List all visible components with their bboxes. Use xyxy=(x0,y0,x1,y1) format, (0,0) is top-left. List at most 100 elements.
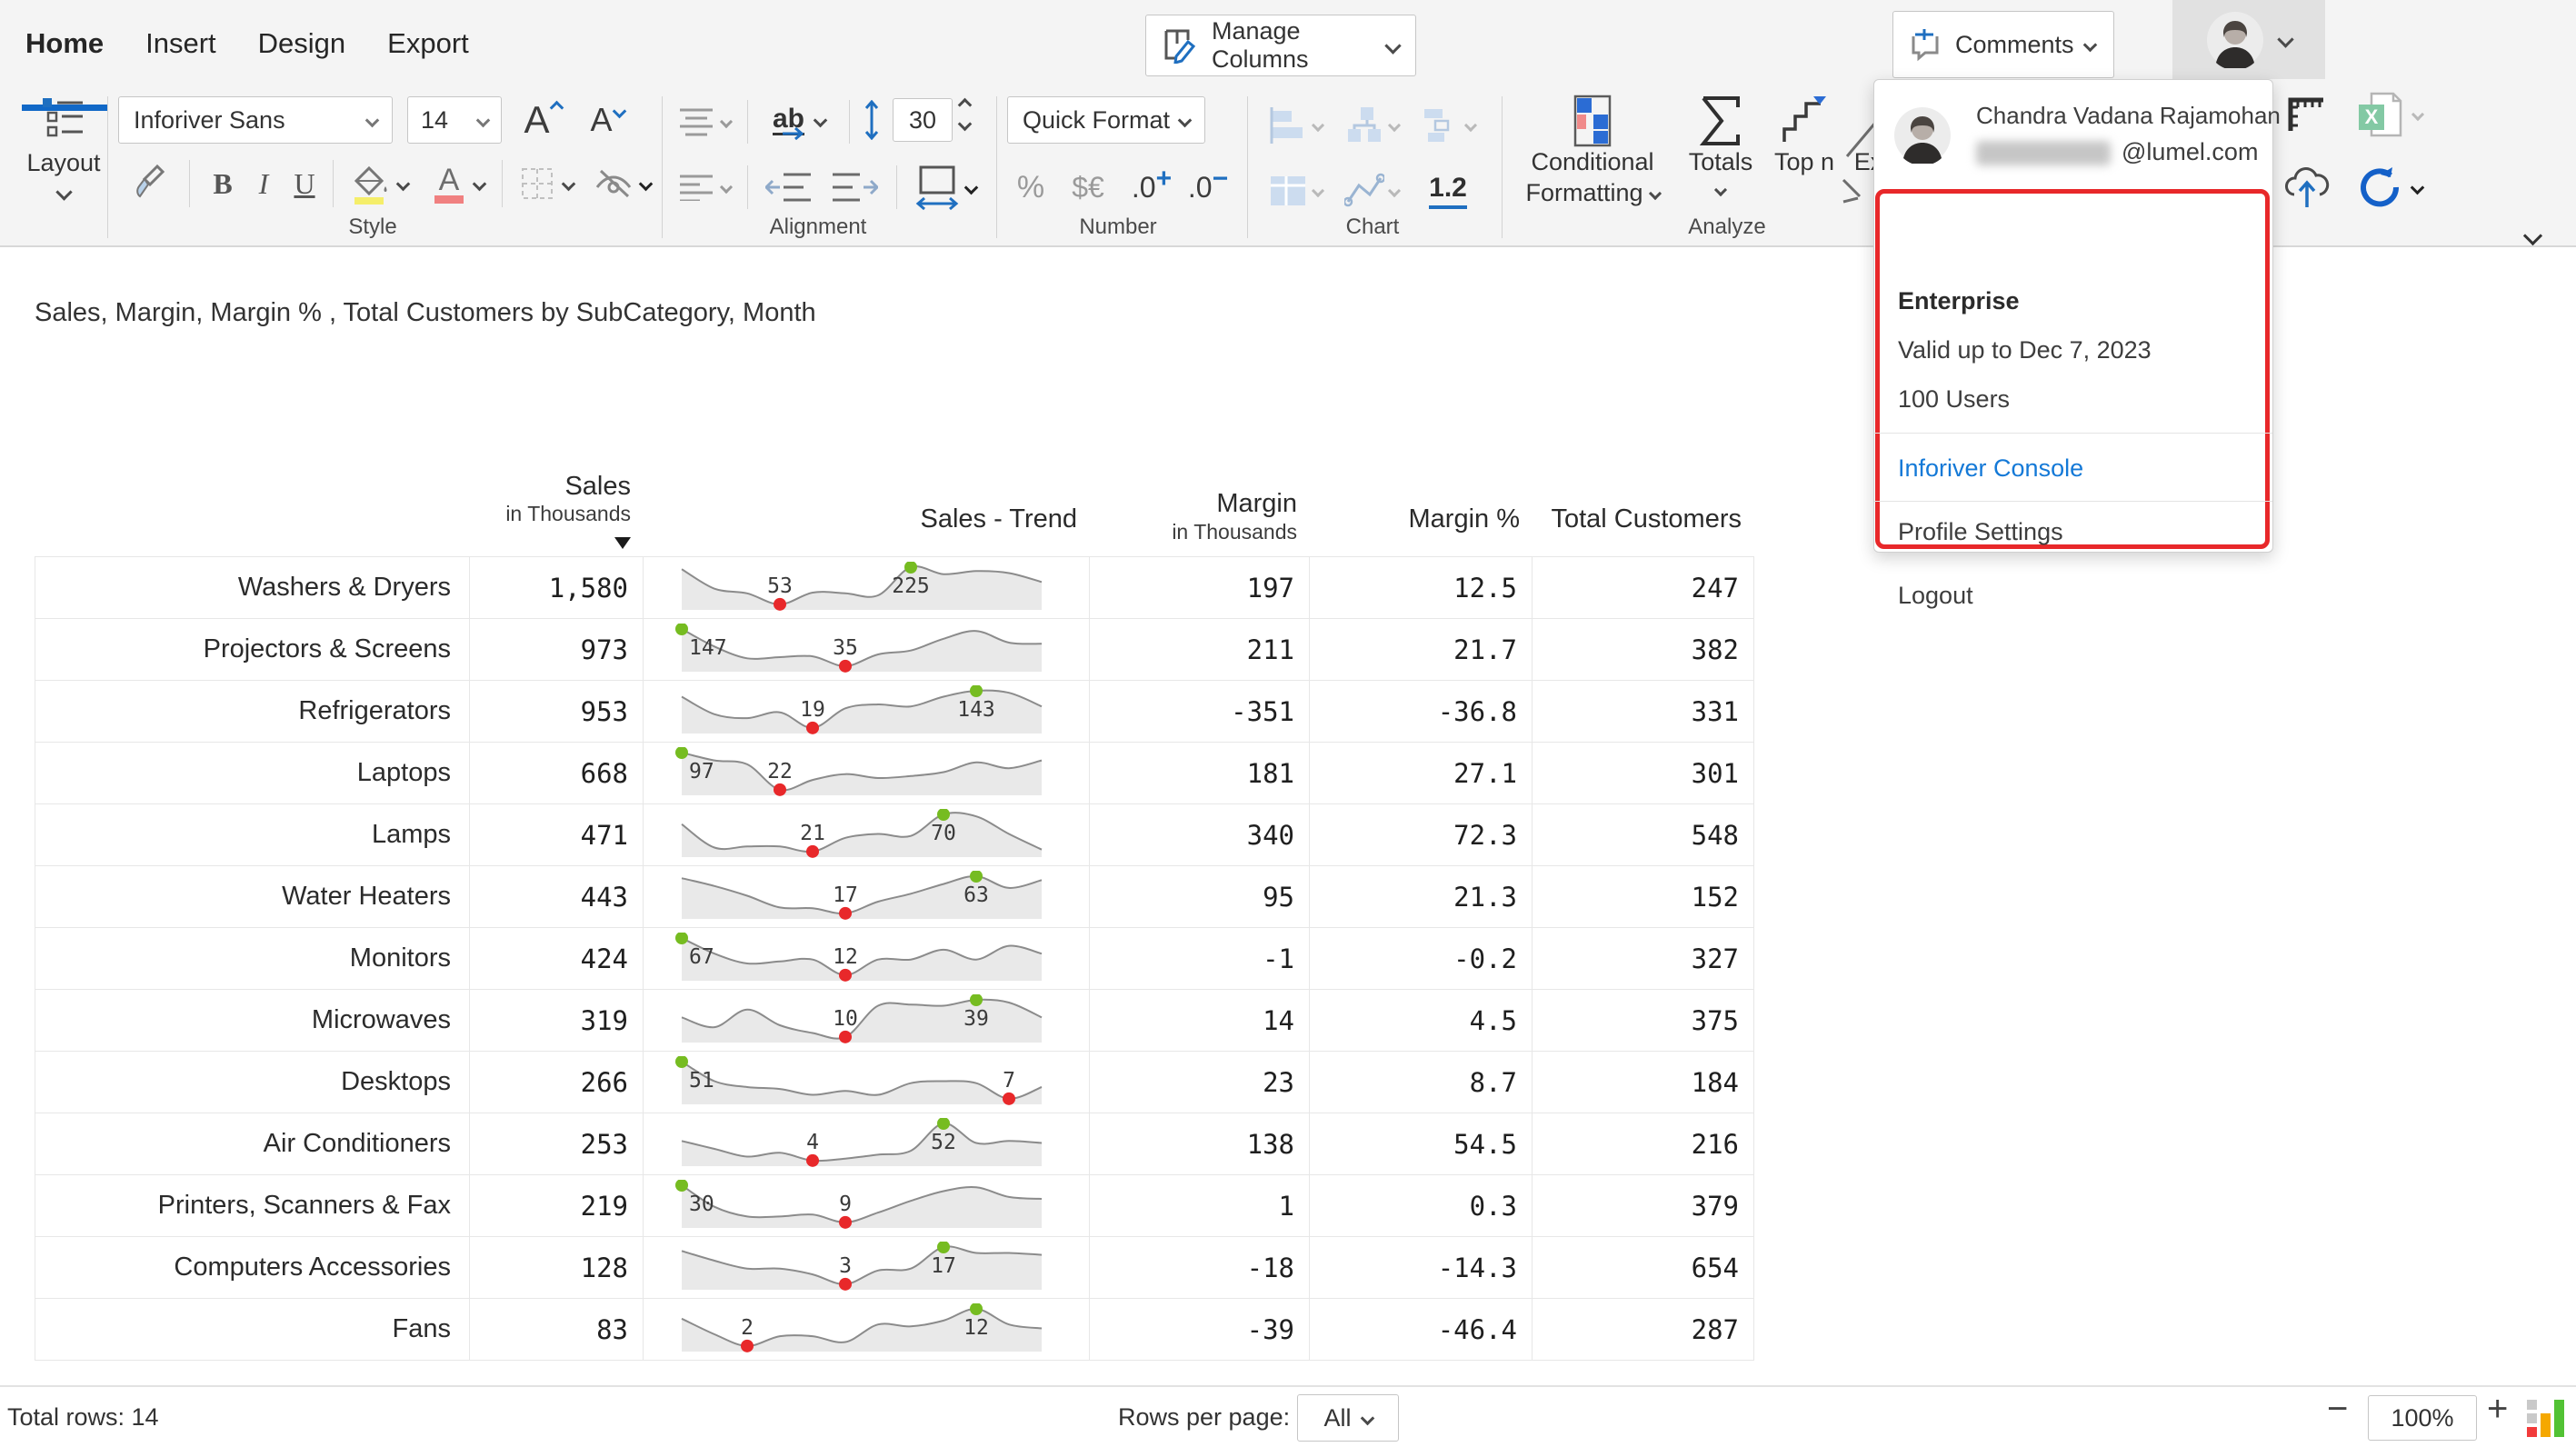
hierarchy-chart-button[interactable] xyxy=(1336,102,1407,149)
borders-button[interactable] xyxy=(511,160,580,207)
customers-value[interactable]: 379 xyxy=(1533,1175,1754,1236)
margin-value[interactable]: -351 xyxy=(1090,681,1310,742)
percent-format-button[interactable]: % xyxy=(1007,165,1054,209)
sales-trend-cell[interactable]: 14319 xyxy=(644,681,1090,742)
margin-pct-value[interactable]: 12.5 xyxy=(1310,557,1533,618)
margin-pct-value[interactable]: 4.5 xyxy=(1310,990,1533,1051)
sales-value[interactable]: 424 xyxy=(470,928,644,989)
sales-trend-cell[interactable]: 14735 xyxy=(644,619,1090,680)
row-label[interactable]: Desktops xyxy=(35,1052,470,1113)
ruler-button[interactable] xyxy=(2283,91,2331,138)
margin-pct-value[interactable]: -36.8 xyxy=(1310,681,1533,742)
customers-value[interactable]: 184 xyxy=(1533,1052,1754,1113)
margin-value[interactable]: 138 xyxy=(1090,1113,1310,1174)
row-label[interactable]: Computers Accessories xyxy=(35,1237,470,1298)
row-label[interactable]: Washers & Dryers xyxy=(35,557,470,618)
column-header-sales-trend[interactable]: Sales - Trend xyxy=(644,504,1090,556)
sales-trend-cell[interactable]: 22553 xyxy=(644,557,1090,618)
sales-value[interactable]: 128 xyxy=(470,1237,644,1298)
sales-trend-cell[interactable]: 3910 xyxy=(644,990,1090,1051)
row-height-input[interactable]: 30 xyxy=(893,98,953,142)
row-label[interactable]: Water Heaters xyxy=(35,866,470,927)
margin-pct-value[interactable]: 21.7 xyxy=(1310,619,1533,680)
font-color-button[interactable]: A xyxy=(424,160,491,207)
margin-pct-value[interactable]: 0.3 xyxy=(1310,1175,1533,1236)
increase-font-size-button[interactable]: A xyxy=(514,95,572,145)
gantt-chart-button[interactable] xyxy=(1413,102,1483,149)
zoom-out-button[interactable]: − xyxy=(2327,1389,2348,1430)
margin-pct-value[interactable]: 72.3 xyxy=(1310,804,1533,865)
row-label[interactable]: Printers, Scanners & Fax xyxy=(35,1175,470,1236)
top-n-button[interactable]: Top n xyxy=(1763,95,1845,178)
margin-value[interactable]: 14 xyxy=(1090,990,1310,1051)
sales-value[interactable]: 668 xyxy=(470,743,644,803)
text-wrap-button[interactable]: ab xyxy=(760,96,838,144)
margin-value[interactable]: 181 xyxy=(1090,743,1310,803)
tab-design[interactable]: Design xyxy=(258,27,346,78)
sales-value[interactable]: 253 xyxy=(470,1113,644,1174)
sales-value[interactable]: 471 xyxy=(470,804,644,865)
row-label[interactable]: Lamps xyxy=(35,804,470,865)
sparkline-chart-button[interactable] xyxy=(1336,167,1407,215)
margin-pct-value[interactable]: -46.4 xyxy=(1310,1299,1533,1360)
fit-width-button[interactable] xyxy=(907,162,983,213)
collapse-ribbon-button[interactable] xyxy=(2505,222,2560,249)
profile-settings-item[interactable]: Profile Settings xyxy=(1898,518,2063,546)
customers-value[interactable]: 375 xyxy=(1533,990,1754,1051)
sales-value[interactable]: 83 xyxy=(470,1299,644,1360)
sales-trend-cell[interactable]: 524 xyxy=(644,1113,1090,1174)
sales-value[interactable]: 973 xyxy=(470,619,644,680)
row-label[interactable]: Laptops xyxy=(35,743,470,803)
margin-value[interactable]: 197 xyxy=(1090,557,1310,618)
margin-value[interactable]: -1 xyxy=(1090,928,1310,989)
margin-value[interactable]: 1 xyxy=(1090,1175,1310,1236)
row-label[interactable]: Projectors & Screens xyxy=(35,619,470,680)
customers-value[interactable]: 548 xyxy=(1533,804,1754,865)
sales-value[interactable]: 219 xyxy=(470,1175,644,1236)
hide-values-button[interactable] xyxy=(587,160,656,207)
sales-value[interactable]: 1,580 xyxy=(470,557,644,618)
font-size-select[interactable]: 14 xyxy=(407,96,502,144)
zoom-in-button[interactable]: + xyxy=(2487,1389,2508,1430)
rows-per-page-select[interactable]: All xyxy=(1297,1394,1399,1442)
sales-trend-cell[interactable]: 6712 xyxy=(644,928,1090,989)
column-header-margin[interactable]: Margin in Thousands xyxy=(1090,489,1310,556)
margin-pct-value[interactable]: 27.1 xyxy=(1310,743,1533,803)
cloud-upload-button[interactable] xyxy=(2283,164,2331,211)
sales-trend-cell[interactable]: 7021 xyxy=(644,804,1090,865)
customers-value[interactable]: 287 xyxy=(1533,1299,1754,1360)
customers-value[interactable]: 331 xyxy=(1533,681,1754,742)
sales-value[interactable]: 266 xyxy=(470,1052,644,1113)
sales-value[interactable]: 953 xyxy=(470,681,644,742)
margin-pct-value[interactable]: -14.3 xyxy=(1310,1237,1533,1298)
underline-button[interactable]: U xyxy=(284,160,325,207)
edit-icon[interactable] xyxy=(1842,109,1878,209)
manage-columns-button[interactable]: Manage Columns xyxy=(1145,15,1416,76)
bar-chart-button[interactable] xyxy=(1260,102,1331,149)
margin-value[interactable]: 23 xyxy=(1090,1052,1310,1113)
zoom-level-box[interactable]: 100% xyxy=(2368,1395,2477,1441)
totals-button[interactable]: Totals xyxy=(1680,95,1762,195)
sales-value[interactable]: 319 xyxy=(470,990,644,1051)
layout-button[interactable]: Layout xyxy=(20,95,107,240)
row-label[interactable]: Refrigerators xyxy=(35,681,470,742)
customers-value[interactable]: 327 xyxy=(1533,928,1754,989)
sales-trend-cell[interactable]: 173 xyxy=(644,1237,1090,1298)
tab-home[interactable]: Home xyxy=(25,27,104,78)
customers-value[interactable]: 301 xyxy=(1533,743,1754,803)
margin-value[interactable]: -18 xyxy=(1090,1237,1310,1298)
decrease-font-size-button[interactable]: A xyxy=(578,95,636,145)
customers-value[interactable]: 247 xyxy=(1533,557,1754,618)
logout-item[interactable]: Logout xyxy=(1898,582,1973,610)
margin-pct-value[interactable]: -0.2 xyxy=(1310,928,1533,989)
customers-value[interactable]: 152 xyxy=(1533,866,1754,927)
margin-value[interactable]: 211 xyxy=(1090,619,1310,680)
row-label[interactable]: Air Conditioners xyxy=(35,1113,470,1174)
conditional-formatting-button[interactable]: Conditional Formatting xyxy=(1520,95,1665,209)
indent-increase-button[interactable] xyxy=(825,165,884,209)
margin-pct-value[interactable]: 21.3 xyxy=(1310,866,1533,927)
font-family-select[interactable]: Inforiver Sans xyxy=(118,96,393,144)
horizontal-align-button[interactable] xyxy=(673,165,736,209)
margin-pct-value[interactable]: 8.7 xyxy=(1310,1052,1533,1113)
format-painter-button[interactable] xyxy=(127,160,178,207)
